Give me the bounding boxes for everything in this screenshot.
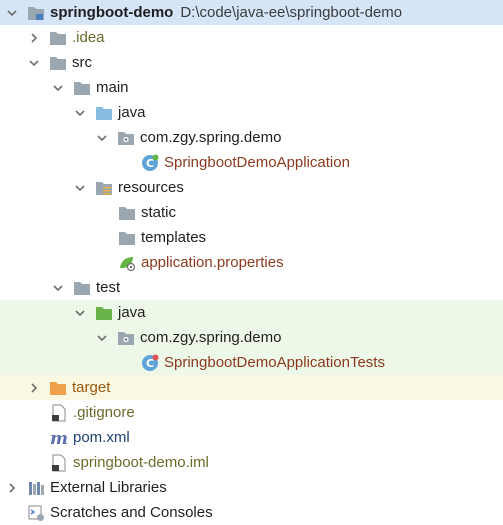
tree-item-pom-xml[interactable]: m pom.xml [0,425,503,450]
chevron-down-icon[interactable] [74,182,86,194]
tree-item-gitignore[interactable]: .gitignore [0,400,503,425]
chevron-down-icon[interactable] [28,57,40,69]
tree-item-target[interactable]: target [0,375,503,400]
folder-icon [49,29,67,47]
tree-item-label: test [96,279,121,296]
tree-item-label: com.zgy.spring.demo [140,129,282,146]
maven-icon: m [50,429,68,447]
tree-item-label: templates [141,229,207,246]
tree-item-label: src [72,54,92,71]
excluded-folder-icon [49,379,67,397]
library-icon [27,479,45,497]
test-class-icon: C [141,354,159,372]
tree-item-label: pom.xml [73,429,130,446]
tree-item-label: target [72,379,111,396]
tree-item-test[interactable]: test [0,275,503,300]
tree-item-label: SpringbootDemoApplication [164,154,350,171]
source-folder-icon [95,104,113,122]
tree-item-java-test[interactable]: java [0,300,503,325]
chevron-down-icon[interactable] [96,332,108,344]
project-path: D:\code\java-ee\springboot-demo [180,4,403,21]
tree-item-package-main[interactable]: com.zgy.spring.demo [0,125,503,150]
tree-item-label: application.properties [141,254,284,271]
tree-root-row[interactable]: springboot-demo D:\code\java-ee\springbo… [0,0,503,25]
tree-item-scratches[interactable]: Scratches and Consoles [0,500,503,525]
folder-icon [73,279,91,297]
folder-icon [49,54,67,72]
tree-item-src[interactable]: src [0,50,503,75]
module-file-icon [50,454,68,472]
tree-item-static[interactable]: static [0,200,503,225]
module-folder-icon [27,4,45,22]
spring-class-icon: C [141,154,159,172]
resources-folder-icon [95,179,113,197]
tree-item-idea[interactable]: .idea [0,25,503,50]
tree-item-label: .gitignore [73,404,135,421]
folder-icon [73,79,91,97]
tree-item-main[interactable]: main [0,75,503,100]
tree-item-label: springboot-demo.iml [73,454,209,471]
chevron-down-icon[interactable] [96,132,108,144]
tree-item-label: External Libraries [50,479,167,496]
svg-text:m: m [50,429,68,447]
chevron-down-icon[interactable] [52,82,64,94]
tree-item-package-test[interactable]: com.zgy.spring.demo [0,325,503,350]
tree-item-external-libraries[interactable]: External Libraries [0,475,503,500]
project-tree: springboot-demo D:\code\java-ee\springbo… [0,0,503,524]
chevron-down-icon[interactable] [74,307,86,319]
package-icon [117,329,135,347]
tree-item-label: Scratches and Consoles [50,504,213,521]
tree-item-label: SpringbootDemoApplicationTests [164,354,385,371]
text-file-icon [50,404,68,422]
svg-text:C: C [146,157,154,170]
tree-item-label: java [118,104,146,121]
tree-item-label: com.zgy.spring.demo [140,329,282,346]
chevron-down-icon[interactable] [74,107,86,119]
tree-item-label: java [118,304,146,321]
project-name: springboot-demo [50,4,174,21]
package-icon [117,129,135,147]
tree-item-label: .idea [72,29,105,46]
svg-text:C: C [146,357,154,370]
tree-item-label: main [96,79,129,96]
folder-icon [118,204,136,222]
tree-item-templates[interactable]: templates [0,225,503,250]
tree-item-label: static [141,204,177,221]
spring-properties-icon [118,254,136,272]
tree-item-application-class[interactable]: C SpringbootDemoApplication [0,150,503,175]
folder-icon [118,229,136,247]
chevron-right-icon[interactable] [28,32,40,44]
tree-item-application-properties[interactable]: application.properties [0,250,503,275]
tree-item-application-tests-class[interactable]: C SpringbootDemoApplicationTests [0,350,503,375]
test-folder-icon [95,304,113,322]
chevron-right-icon[interactable] [28,382,40,394]
tree-item-resources[interactable]: resources [0,175,503,200]
tree-item-label: resources [118,179,184,196]
chevron-down-icon[interactable] [52,282,64,294]
chevron-right-icon[interactable] [6,482,18,494]
tree-item-iml[interactable]: springboot-demo.iml [0,450,503,475]
tree-item-java-source[interactable]: java [0,100,503,125]
scratches-icon [27,504,45,522]
chevron-down-icon[interactable] [6,7,18,19]
